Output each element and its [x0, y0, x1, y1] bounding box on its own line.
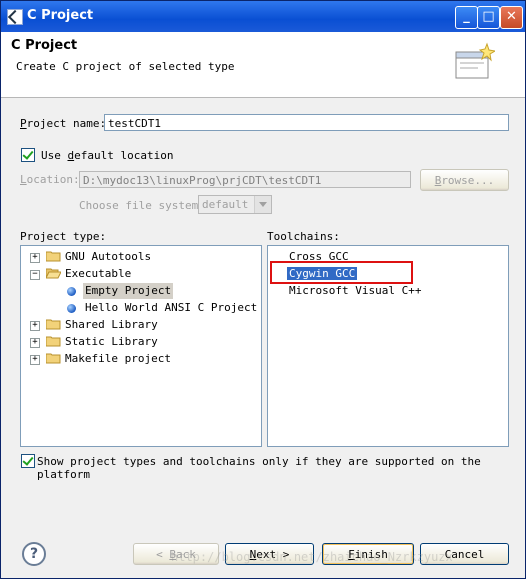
project-name-label: Project name: [20, 117, 107, 130]
tree-item-label: Shared Library [65, 318, 158, 331]
tree-item-label: Static Library [65, 335, 158, 348]
open-folder-icon [46, 268, 61, 279]
expand-icon[interactable]: + [30, 355, 40, 365]
file-system-label: Choose file system: [79, 199, 205, 212]
project-template-icon [67, 304, 76, 313]
folder-icon [46, 251, 61, 262]
window-title: C Project [27, 8, 94, 23]
highlight-annotation [270, 261, 413, 284]
tree-item-executable[interactable]: − Executable [21, 266, 261, 282]
tree-item-label: Empty Project [83, 283, 174, 299]
wizard-header: C Project Create C project of selected t… [1, 32, 525, 98]
page-description: Create C project of selected type [16, 60, 235, 73]
browse-button[interactable]: Browse... [420, 169, 509, 191]
collapse-icon[interactable]: − [30, 270, 40, 280]
minimize-button[interactable]: _ [455, 6, 478, 29]
close-button[interactable]: ✕ [500, 6, 523, 29]
tree-item-static-library[interactable]: + Static Library [21, 334, 261, 350]
file-system-select[interactable]: default [198, 195, 272, 214]
tree-item-label: Hello World ANSI C Project [85, 301, 258, 314]
show-supported-only-label: Show project types and toolchains only i… [37, 455, 481, 481]
tree-item-label: Executable [65, 267, 132, 280]
folder-icon [46, 319, 61, 330]
title-bar[interactable]: C Project _ □ ✕ [1, 1, 525, 32]
expand-icon[interactable]: + [30, 338, 40, 348]
list-item-microsoft-visual-cpp[interactable]: Microsoft Visual C++ [289, 283, 421, 299]
expand-icon[interactable]: + [30, 253, 40, 263]
folder-icon [46, 336, 61, 347]
tree-item-shared-library[interactable]: + Shared Library [21, 317, 261, 333]
app-icon [7, 9, 23, 25]
project-template-icon [67, 287, 76, 296]
tree-item-makefile-project[interactable]: + Makefile project [21, 351, 261, 367]
folder-icon [46, 353, 61, 364]
tree-item-gnu-autotools[interactable]: + GNU Autotools [21, 249, 261, 265]
tree-item-label: Makefile project [65, 352, 171, 365]
tree-item-hello-world-ansi-c[interactable]: Hello World ANSI C Project [21, 300, 261, 316]
new-project-wizard-icon [455, 42, 495, 79]
c-project-dialog: C Project _ □ ✕ C Project Create C proje… [0, 0, 526, 579]
use-default-location-label: Use default location [41, 149, 174, 162]
use-default-location-checkbox[interactable] [21, 148, 35, 162]
project-type-label: Project type: [20, 230, 107, 243]
location-label: Location: [20, 173, 80, 186]
maximize-button[interactable]: □ [477, 6, 500, 29]
tree-item-label: GNU Autotools [65, 250, 152, 263]
help-icon[interactable]: ? [22, 542, 46, 566]
file-system-value: default [202, 198, 249, 211]
show-supported-only-checkbox[interactable] [21, 454, 35, 468]
location-input[interactable]: D:\mydoc13\linuxProg\prjCDT\testCDT1 [79, 171, 411, 188]
chevron-down-icon[interactable] [254, 196, 271, 213]
expand-icon[interactable]: + [30, 321, 40, 331]
project-name-input[interactable]: testCDT1 [104, 114, 509, 131]
project-type-tree[interactable]: + GNU Autotools − Executable Empty Proje… [20, 245, 262, 447]
page-title: C Project [11, 38, 78, 53]
tree-item-empty-project[interactable]: Empty Project [21, 283, 261, 299]
toolchains-label: Toolchains: [267, 230, 340, 243]
watermark: http://blog.csdn.net/zhaichao_Nzrkzyuzx [171, 550, 453, 564]
